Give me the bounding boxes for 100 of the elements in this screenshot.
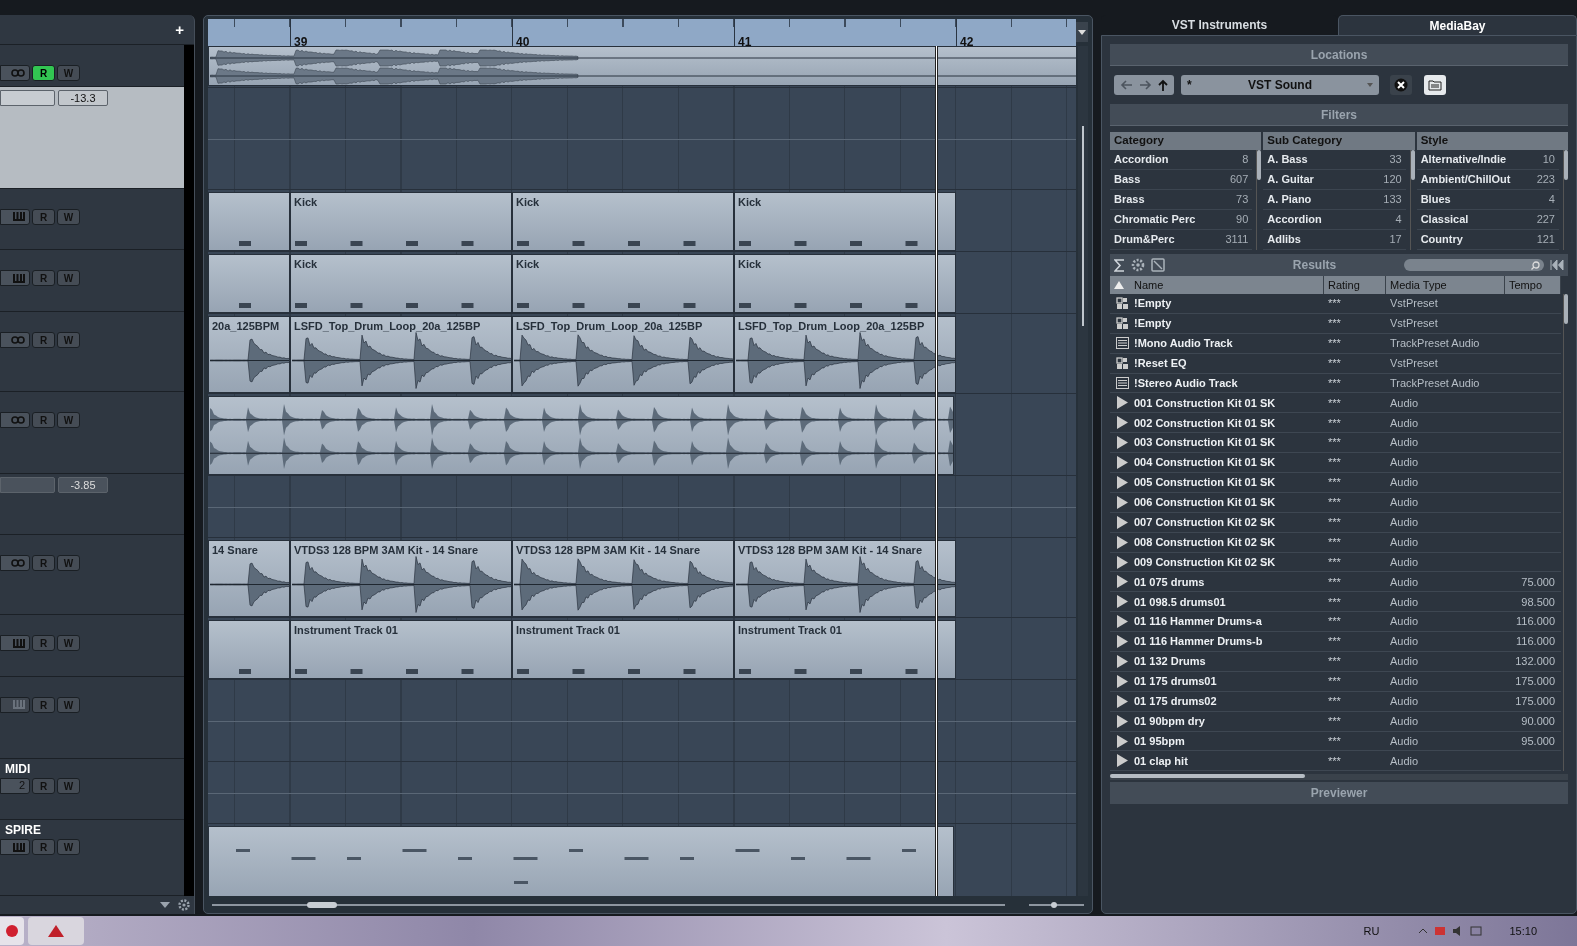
fader-value[interactable]: -3.85 [58,476,108,493]
clip[interactable] [208,254,290,313]
filter-item[interactable]: A. Guitar 120 [1263,170,1406,190]
table-cell[interactable]: 004 Construction Kit 01 SK [1134,454,1324,471]
add-track-button[interactable]: + [175,22,184,37]
column-header[interactable]: Rating [1324,276,1386,294]
table-cell-text: Audio [1389,713,1420,729]
clip[interactable]: Kick [290,192,512,251]
clip[interactable]: LSFD_Top_Drum_Loop_20a_125BP [512,316,734,393]
clip[interactable]: Kick [734,192,956,251]
clip[interactable]: Instrument Track 01 [290,620,512,679]
clip[interactable]: Instrument Track 01 [512,620,734,679]
fader-value[interactable]: -13.3 [58,89,108,106]
play-icon [1116,635,1128,649]
clip[interactable]: LSFD_Top_Drum_Loop_20a_125BP [734,316,956,393]
table-cell-text: Audio [1389,415,1420,431]
automation-button[interactable]: R [32,65,55,81]
clip[interactable]: LSFD_Top_Drum_Loop_20a_125BP [290,316,512,393]
clip[interactable]: Kick [734,254,956,313]
preset-icon [1115,316,1129,330]
table-cell[interactable]: 01 95bpm [1134,732,1324,750]
table-cell[interactable]: 01 175 drums02 [1134,693,1324,710]
folder-button[interactable] [1424,75,1446,95]
play-icon [1116,674,1128,688]
clip[interactable] [208,192,290,251]
filter-item[interactable]: Accordion 4 [1263,210,1406,230]
clip[interactable]: Kick [512,192,734,251]
playhead-line[interactable] [935,46,938,896]
clip[interactable]: Kick [290,254,512,313]
table-cell[interactable]: 01 132 Drums [1134,653,1324,670]
tab[interactable]: MediaBay [1338,15,1577,35]
caret-icon [1078,29,1086,35]
table-cell-text: *** [1327,733,1342,749]
table-cell[interactable]: !Reset EQ [1134,354,1324,372]
filter-item[interactable]: Blues 4 [1416,190,1559,210]
table-cell[interactable]: 008 Construction Kit 02 SK [1134,533,1324,551]
keyboard-button[interactable] [0,696,30,713]
table-cell[interactable]: 007 Construction Kit 02 SK [1134,514,1324,531]
clip[interactable] [208,620,290,679]
table-cell[interactable]: 01 075 drums [1134,573,1324,591]
app-icon[interactable] [28,917,84,945]
table-cell[interactable]: !Mono Audio Track [1134,334,1324,352]
filter-item[interactable]: Alternative/Indie 10 [1416,150,1559,170]
table-cell[interactable]: 009 Construction Kit 02 SK [1134,553,1324,571]
table-cell[interactable]: 001 Construction Kit 01 SK [1134,394,1324,412]
language-indicator[interactable]: RU [1363,922,1380,940]
table-cell[interactable]: 003 Construction Kit 01 SK [1134,434,1324,451]
vertical-scrollbar[interactable] [1078,46,1088,896]
filter-item[interactable]: Accordion 8 [1110,150,1253,170]
table-cell[interactable]: !Stereo Audio Track [1134,374,1324,392]
search-field[interactable] [1404,259,1544,271]
filter-item[interactable]: Drum&Perc 3111 [1110,230,1253,250]
filter-item[interactable]: Ambient/ChillOut 223 [1416,170,1559,190]
clip[interactable]: VTDS3 128 BPM 3AM Kit - 14 Snare [734,540,956,617]
clip[interactable]: VTDS3 128 BPM 3AM Kit - 14 Snare [290,540,512,617]
table-cell[interactable]: 002 Construction Kit 01 SK [1134,414,1324,432]
app-icon[interactable] [0,917,24,945]
clip[interactable]: 14 Snare [208,540,290,617]
column-header[interactable]: Name [1110,276,1324,294]
clip[interactable]: VTDS3 128 BPM 3AM Kit - 14 Snare [512,540,734,617]
filter-item[interactable]: Brass 73 [1110,190,1253,210]
table-cell[interactable]: 006 Construction Kit 01 SK [1134,494,1324,511]
ruler-menu-button[interactable] [1076,22,1088,42]
filter-item[interactable]: Classical 227 [1416,210,1559,230]
table-cell[interactable]: 005 Construction Kit 01 SK [1134,474,1324,491]
close-icon [1394,78,1408,92]
table-cell[interactable]: !Empty [1134,295,1324,312]
table-cell[interactable]: 01 098.5 drums01 [1134,593,1324,611]
filter-item[interactable]: Chromatic Perc 90 [1110,210,1253,230]
filter-header[interactable]: Sub Category [1263,132,1415,150]
track-header[interactable]: -13.3 [0,86,184,189]
table-cell-text: Audio [1389,733,1420,749]
clip[interactable]: 20a_125BPM [208,316,290,393]
table-cell[interactable]: 01 116 Hammer Drums-a [1134,613,1324,630]
filter-header[interactable]: Category [1110,132,1262,150]
table-cell[interactable]: 01 116 Hammer Drums-b [1134,633,1324,650]
zoom-slider-thumb[interactable] [1051,901,1058,908]
fader-bar[interactable] [0,89,55,106]
horizontal-scrollbar[interactable] [1110,774,1568,781]
filter-item[interactable]: Bass 607 [1110,170,1253,190]
timeline-ruler[interactable]: 39 40 41 42 [208,19,1076,46]
table-cell-text: *** [1327,335,1342,351]
filter-header[interactable]: Style [1416,132,1568,150]
filter-item[interactable]: Adlibs 17 [1263,230,1406,250]
location-dropdown[interactable]: * VST Sound [1181,75,1379,95]
filter-item[interactable]: A. Bass 33 [1263,150,1406,170]
close-button[interactable] [1390,75,1412,95]
scrollbar[interactable] [1563,294,1568,772]
table-cell[interactable]: !Empty [1134,315,1324,332]
column-header[interactable]: Media Type [1386,276,1505,294]
column-header[interactable]: Tempo [1505,276,1561,294]
filter-item[interactable]: Country 121 [1416,230,1559,250]
table-cell[interactable]: 01 90bpm dry [1134,712,1324,730]
filter-item[interactable]: A. Piano 133 [1263,190,1406,210]
clip[interactable]: Kick [512,254,734,313]
table-cell[interactable]: 01 clap hit [1134,752,1324,770]
clip[interactable] [208,396,954,475]
horizontal-scrollbar[interactable] [212,903,1005,906]
clip[interactable]: Instrument Track 01 [734,620,956,679]
table-cell[interactable]: 01 175 drums01 [1134,673,1324,690]
